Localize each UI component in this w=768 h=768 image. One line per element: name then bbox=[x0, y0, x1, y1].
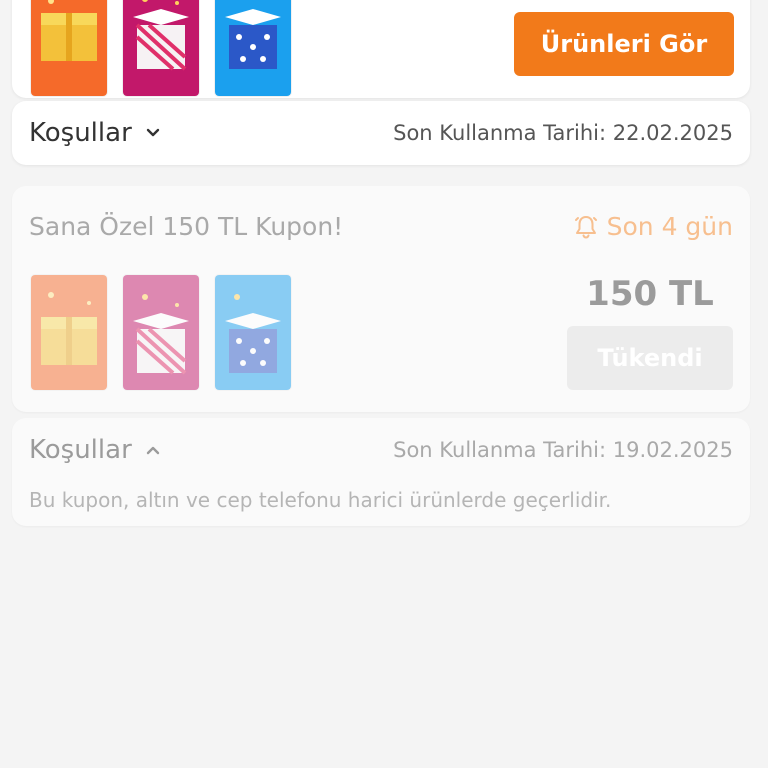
blue-gift-box-icon bbox=[215, 275, 291, 390]
coupon-card-1: Ürünleri Gör bbox=[12, 0, 750, 98]
chevron-down-icon bbox=[146, 128, 159, 137]
gold-gift-box-thumbnail[interactable] bbox=[30, 274, 108, 391]
pink-gift-box-thumbnail[interactable] bbox=[122, 0, 200, 97]
chevron-up-icon bbox=[146, 446, 159, 455]
pink-gift-box-thumbnail[interactable] bbox=[122, 274, 200, 391]
coupon-card-2: Sana Özel 150 TL Kupon! Son 4 gün 150 TL… bbox=[12, 186, 750, 412]
blue-gift-box-icon bbox=[215, 0, 291, 96]
gold-gift-box-icon bbox=[31, 275, 107, 390]
conditions-description: Bu kupon, altın ve cep telefonu harici ü… bbox=[29, 488, 612, 512]
bell-icon bbox=[574, 215, 597, 239]
gold-gift-box-thumbnail[interactable] bbox=[30, 0, 108, 97]
coupon-1-conditions: Koşullar Son Kullanma Tarihi: 22.02.2025 bbox=[12, 101, 750, 165]
days-left-label: Son 4 gün bbox=[606, 212, 733, 241]
conditions-toggle[interactable]: Koşullar bbox=[29, 118, 162, 148]
view-products-button[interactable]: Ürünleri Gör bbox=[514, 12, 734, 76]
expiry-date: Son Kullanma Tarihi: 22.02.2025 bbox=[393, 121, 733, 145]
days-left-badge: Son 4 gün bbox=[573, 212, 733, 241]
coupon-2-conditions: Koşullar Son Kullanma Tarihi: 19.02.2025… bbox=[12, 418, 750, 526]
expiry-date: Son Kullanma Tarihi: 19.02.2025 bbox=[393, 438, 733, 462]
blue-gift-box-thumbnail[interactable] bbox=[214, 0, 292, 97]
coupon-title: Sana Özel 150 TL Kupon! bbox=[29, 212, 344, 241]
pink-gift-box-icon bbox=[123, 275, 199, 390]
gold-gift-box-icon bbox=[31, 0, 107, 96]
conditions-label: Koşullar bbox=[29, 118, 132, 148]
conditions-toggle[interactable]: Koşullar bbox=[29, 435, 162, 465]
pink-gift-box-icon bbox=[123, 0, 199, 96]
blue-gift-box-thumbnail[interactable] bbox=[214, 274, 292, 391]
conditions-label: Koşullar bbox=[29, 435, 132, 465]
sold-out-button[interactable]: Tükendi bbox=[567, 326, 733, 390]
coupon-amount: 150 TL bbox=[586, 274, 714, 314]
